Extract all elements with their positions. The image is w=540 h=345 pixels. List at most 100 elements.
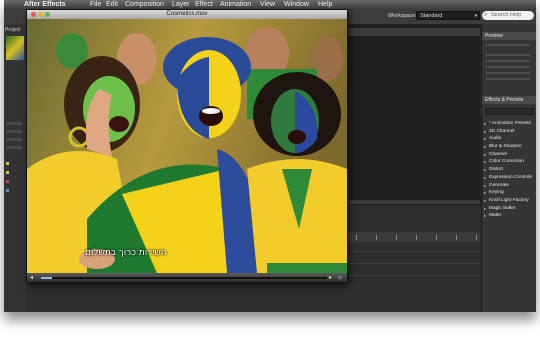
menu-animation[interactable]: Animation <box>220 0 251 9</box>
help-search-input[interactable]: ⌕ Search Help <box>482 11 534 20</box>
menu-help[interactable]: Help <box>318 0 332 9</box>
effects-list-label: Magic Bullet <box>489 205 516 211</box>
effects-list-label: Keying <box>489 190 504 196</box>
project-row[interactable] <box>6 130 22 133</box>
disclosure-triangle-icon[interactable]: ▸ <box>484 182 486 190</box>
workspace-value: Standard <box>420 13 443 19</box>
video-frame: A השירות כרוך בתשלום <box>27 19 347 273</box>
comp-tabbar <box>344 28 480 36</box>
ruler-tick <box>376 235 377 240</box>
disclosure-triangle-icon[interactable]: ▸ <box>484 174 486 182</box>
project-panel: Project <box>4 24 27 312</box>
effects-list-label: Matte <box>489 213 501 219</box>
disclosure-triangle-icon[interactable]: ▸ <box>484 212 486 220</box>
project-row[interactable] <box>6 146 22 149</box>
preview-option-row <box>486 78 530 80</box>
app-window: After Effects File Edit Composition Laye… <box>4 0 536 312</box>
playback-progress <box>41 277 52 279</box>
video-window-title: Cosmetics.mov <box>166 11 208 17</box>
menu-file[interactable]: File <box>90 0 101 9</box>
video-player-window[interactable]: Cosmetics.mov A השירות כרוך בתשלום ◂ ▸ ▫ <box>26 9 348 283</box>
disclosure-triangle-icon[interactable]: ▸ <box>484 143 486 151</box>
timeline-track <box>344 251 480 252</box>
timeline-track <box>344 263 480 264</box>
disclosure-triangle-icon[interactable]: ▸ <box>484 120 486 128</box>
disclosure-triangle-icon[interactable]: ▸ <box>484 135 486 143</box>
video-controls: ◂ ▸ ▫ <box>27 273 347 282</box>
menu-composition[interactable]: Composition <box>125 0 164 9</box>
effects-list-item[interactable]: ▸ Blur & Sharpen <box>482 143 536 151</box>
right-panel: Preview Effects & Presets ▸ * Animation P… <box>481 24 536 312</box>
composition-viewer <box>344 24 480 208</box>
ruler-tick <box>396 235 397 240</box>
workspace-select[interactable]: Standard ▾ <box>416 11 480 20</box>
video-window-titlebar[interactable]: Cosmetics.mov <box>27 10 347 19</box>
ruler-tick <box>416 235 417 240</box>
effects-list-label: 3D Channel <box>489 128 515 134</box>
label-color-chip <box>6 171 9 174</box>
effects-list-item[interactable]: ▸ * Animation Presets <box>482 120 536 128</box>
ruler-tick <box>356 235 357 240</box>
preview-option-row <box>486 60 530 62</box>
effects-panel-header[interactable]: Effects & Presets <box>482 96 536 104</box>
volume-icon[interactable]: ◂ <box>30 274 33 281</box>
label-color-chip <box>6 162 9 165</box>
label-color-chip <box>6 189 9 192</box>
effects-list-item[interactable]: ▸ Distort <box>482 166 536 174</box>
preview-option-row <box>486 66 530 68</box>
disclosure-triangle-icon[interactable]: ▸ <box>484 205 486 213</box>
effects-list-label: Expression Controls <box>489 174 532 180</box>
preview-panel-header[interactable]: Preview <box>482 32 536 40</box>
ruler-tick <box>436 235 437 240</box>
disclosure-triangle-icon[interactable]: ▸ <box>484 158 486 166</box>
effects-list-label: Distort <box>489 167 503 173</box>
help-search-placeholder: Search Help <box>491 12 522 18</box>
effects-list-label: * Animation Presets <box>489 121 531 126</box>
menu-edit[interactable]: Edit <box>106 0 118 9</box>
disclosure-triangle-icon[interactable]: ▸ <box>484 166 486 174</box>
preview-controls[interactable] <box>486 44 530 46</box>
effects-list-label: Generate <box>489 182 510 188</box>
chevron-down-icon: ▾ <box>474 13 477 19</box>
menu-layer[interactable]: Layer <box>172 0 190 9</box>
label-color-chip <box>6 180 9 183</box>
disclosure-triangle-icon[interactable]: ▸ <box>484 151 486 159</box>
disclosure-triangle-icon[interactable]: ▸ <box>484 128 486 136</box>
effects-list-label: Blur & Sharpen <box>489 144 522 150</box>
effects-list-item[interactable]: ▸ 3D Channel <box>482 128 536 136</box>
menubar: After Effects File Edit Composition Laye… <box>4 0 536 9</box>
project-row[interactable] <box>6 138 22 141</box>
video-subtitle: השירות כרוך בתשלום <box>85 248 167 258</box>
play-icon[interactable]: ▸ <box>329 274 332 281</box>
effects-list-item[interactable]: ▸ Channel <box>482 151 536 159</box>
effects-list-item[interactable]: ▸ Expression Controls <box>482 174 536 182</box>
effects-list-item[interactable]: ▸ Audio <box>482 135 536 143</box>
tab-project[interactable]: Project <box>5 27 21 33</box>
menu-effect[interactable]: Effect <box>195 0 213 9</box>
disclosure-triangle-icon[interactable]: ▸ <box>484 189 486 197</box>
effects-list-item[interactable]: ▸ Matte <box>482 212 536 220</box>
disclosure-triangle-icon[interactable]: ▸ <box>484 197 486 205</box>
fullscreen-icon[interactable]: ▫ <box>338 274 342 281</box>
effects-search-input[interactable] <box>485 108 534 115</box>
close-dot-icon[interactable] <box>31 12 36 17</box>
ruler-tick <box>476 235 477 240</box>
menu-app[interactable]: After Effects <box>24 0 66 9</box>
effects-list-label: Color Correction <box>489 159 524 165</box>
menu-view[interactable]: View <box>260 0 275 9</box>
search-icon: ⌕ <box>484 12 488 18</box>
project-row[interactable] <box>6 122 22 125</box>
effects-list-item[interactable]: ▸ Color Correction <box>482 158 536 166</box>
playback-scrubber[interactable] <box>41 277 327 279</box>
project-thumbnail[interactable] <box>6 36 24 60</box>
effects-list-item[interactable]: ▸ Keying <box>482 189 536 197</box>
effects-list-item[interactable]: ▸ Generate <box>482 182 536 190</box>
zoom-dot-icon[interactable] <box>45 12 50 17</box>
menu-window[interactable]: Window <box>284 0 309 9</box>
preview-option-row <box>486 72 530 74</box>
minimize-dot-icon[interactable] <box>38 12 43 17</box>
effects-list-item[interactable]: ▸ Magic Bullet <box>482 205 536 213</box>
effects-list-item[interactable]: ▸ Knoll Light Factory <box>482 197 536 205</box>
effects-list-label: Audio <box>489 136 502 142</box>
timeline-ruler[interactable] <box>344 232 480 242</box>
